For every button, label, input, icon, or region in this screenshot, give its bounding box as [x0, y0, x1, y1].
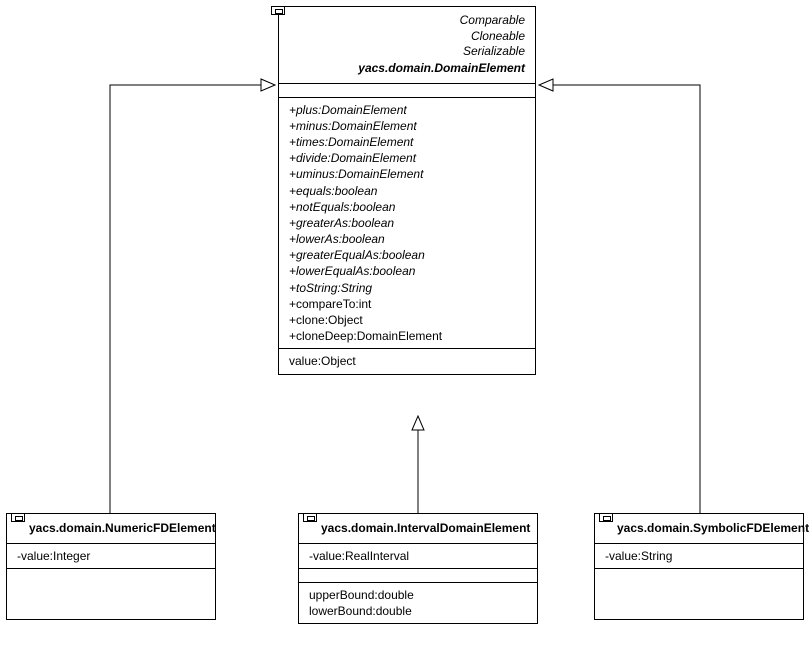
method: +greaterAs:boolean: [289, 215, 525, 231]
stereotype: Comparable: [289, 13, 525, 29]
method: +lowerAs:boolean: [289, 231, 525, 247]
package-tab-icon: [303, 513, 317, 522]
properties-section: upperBound:double lowerBound:double: [299, 583, 537, 623]
package-tab-icon: [599, 513, 613, 522]
methods-section: [595, 569, 803, 619]
methods-section: +plus:DomainElement +minus:DomainElement…: [279, 98, 535, 350]
attributes-section: [279, 84, 535, 98]
class-interval-domain-element: yacs.domain.IntervalDomainElement -value…: [298, 513, 538, 624]
attributes-section: -value:Integer: [7, 544, 215, 569]
attributes-section: -value:String: [595, 544, 803, 569]
method: +uminus:DomainElement: [289, 166, 525, 182]
class-header: yacs.domain.IntervalDomainElement: [299, 514, 537, 544]
methods-section: [299, 569, 537, 583]
class-header: yacs.domain.NumericFDElement: [7, 514, 215, 544]
stereotype: Cloneable: [289, 29, 525, 45]
method: +toString:String: [289, 280, 525, 296]
package-tab-icon: [271, 6, 285, 15]
methods-section: [7, 569, 215, 619]
property: upperBound:double: [309, 587, 527, 603]
class-numeric-fd-element: yacs.domain.NumericFDElement -value:Inte…: [6, 513, 216, 620]
method: +compareTo:int: [289, 296, 525, 312]
method: +greaterEqualAs:boolean: [289, 247, 525, 263]
method: +notEquals:boolean: [289, 199, 525, 215]
property: lowerBound:double: [309, 603, 527, 619]
method: +divide:DomainElement: [289, 150, 525, 166]
method: +times:DomainElement: [289, 134, 525, 150]
property: value:Object: [289, 353, 525, 369]
attribute: -value:String: [605, 548, 793, 564]
class-header: yacs.domain.SymbolicFDElement: [595, 514, 803, 544]
class-name: yacs.domain.IntervalDomainElement: [321, 520, 527, 537]
attribute: -value:RealInterval: [309, 548, 527, 564]
attributes-section: -value:RealInterval: [299, 544, 537, 569]
method: +minus:DomainElement: [289, 118, 525, 134]
method: +lowerEqualAs:boolean: [289, 263, 525, 279]
stereotype: Serializable: [289, 44, 525, 60]
class-symbolic-fd-element: yacs.domain.SymbolicFDElement -value:Str…: [594, 513, 804, 620]
class-name: yacs.domain.DomainElement: [289, 60, 525, 77]
method: +clone:Object: [289, 312, 525, 328]
class-name: yacs.domain.NumericFDElement: [29, 520, 205, 537]
attribute: -value:Integer: [17, 548, 205, 564]
properties-section: value:Object: [279, 349, 535, 373]
method: +cloneDeep:DomainElement: [289, 328, 525, 344]
package-tab-icon: [11, 513, 25, 522]
class-header: Comparable Cloneable Serializable yacs.d…: [279, 7, 535, 84]
method: +equals:boolean: [289, 183, 525, 199]
class-domain-element: Comparable Cloneable Serializable yacs.d…: [278, 6, 536, 375]
class-name: yacs.domain.SymbolicFDElement: [617, 520, 793, 537]
method: +plus:DomainElement: [289, 102, 525, 118]
